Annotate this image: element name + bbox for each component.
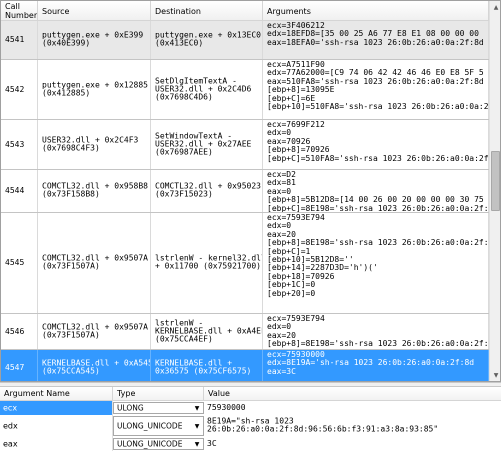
argument-value-cell[interactable]: 3C (204, 437, 501, 451)
argument-line: ecx=7593E794 (267, 314, 325, 323)
table-row[interactable]: 4546 COMCTL32.dll + 0x9507A (0x73F1507A) l… (1, 314, 489, 350)
table-row[interactable]: 4547 KERNELBASE.dll + 0xA545 (0x75CCA545)… (1, 350, 489, 381)
chevron-down-icon[interactable]: ▼ (191, 439, 203, 449)
table-row[interactable]: 4541 puttygen.exe + 0xE399 (0x40E399) putt… (1, 21, 489, 60)
argument-name-cell[interactable]: edx (0, 415, 113, 437)
argument-name-cell[interactable]: eax (0, 437, 113, 451)
type-dropdown[interactable]: ULONG_UNICODE ▼ (113, 416, 204, 436)
table-row[interactable]: 4545 COMCTL32.dll + 0x9507A (0x73F1507A) l… (1, 213, 489, 314)
source-cell: puttygen.exe + 0xE399 (0x40E399) (38, 21, 151, 59)
source-cell: puttygen.exe + 0x12885 (0x412885) (38, 60, 151, 119)
vertical-scrollbar[interactable]: ▲ ▼ (489, 1, 500, 381)
argument-line: ecx=7593E794 (267, 213, 325, 222)
arguments-cell: ecx=75930000 edx=8E19A='sh-rsa 1023 26:0b… (263, 350, 489, 381)
arguments-cell: ecx=7699F212 edx=0 eax=70926 [ebp+8]=70926[… (263, 120, 489, 169)
argument-line: [ebp+10]=510FA8='ssh-rsa 1023 26:0b:26:a… (267, 101, 489, 111)
call-number-cell: 4544 (1, 170, 38, 212)
argument-line: ecx=D2 (267, 170, 296, 179)
argument-line: eax=3C (267, 366, 296, 376)
argument-value-cell[interactable]: 8E19A="sh-rsa 1023 26:0b:26:a0:0a:2f:8d:… (204, 415, 501, 437)
type-dropdown[interactable]: ULONG_UNICODE ▼ (113, 438, 204, 450)
column-header-value[interactable]: Value (204, 387, 501, 401)
argument-row[interactable]: ecx ULONG ▼ 75930000 (0, 401, 501, 415)
column-header-source[interactable]: Source (38, 1, 151, 21)
call-number-cell: 4545 (1, 213, 38, 313)
arguments-cell: ecx=7593E794 edx=0 eax=20 [ebp+8]=8E198='ss… (263, 314, 489, 349)
arguments-cell: ecx=7593E794 edx=0 eax=20 [ebp+8]=8E198='ss… (263, 213, 489, 313)
chevron-down-icon[interactable]: ▼ (191, 403, 203, 413)
column-header-type[interactable]: Type (113, 387, 204, 401)
argument-line: edx=81 (267, 178, 296, 188)
arrow-down-icon[interactable]: ▼ (490, 369, 500, 381)
source-cell: COMCTL32.dll + 0x9507A (0x73F1507A) (38, 213, 151, 313)
destination-cell: puttygen.exe + 0x13EC0 (0x413EC0) (151, 21, 263, 59)
argument-line: [ebp+C]=510FA8='ssh-rsa 1023 26:0b:26:a0… (267, 153, 489, 163)
argument-line: eax=18EFA0='ssh-rsa 1023 26:0b:26:a0:0a:… (267, 37, 484, 47)
table-row[interactable]: 4544 COMCTL32.dll + 0x958B8 (0x73F158B8) C… (1, 170, 489, 213)
column-header-destination[interactable]: Destination (151, 1, 263, 21)
call-number-cell: 4543 (1, 120, 38, 169)
argument-line: edx=0 (267, 221, 292, 231)
source-cell: KERNELBASE.dll + 0xA545 (0x75CCA545) (38, 350, 151, 381)
destination-cell: SetWindowTextA - USER32.dll + 0x27AEE (0… (151, 120, 263, 169)
type-dropdown[interactable]: ULONG ▼ (113, 402, 204, 414)
destination-cell: COMCTL32.dll + 0x95023 (0x73F15023) (151, 170, 263, 212)
argument-row[interactable]: eax ULONG_UNICODE ▼ 3C (0, 437, 501, 451)
calls-table[interactable]: Call Number Source Destination Arguments… (0, 0, 501, 382)
arguments-cell: ecx=D2 edx=81 eax=0 [ebp+8]=5B12D8=[14 00 2… (263, 170, 489, 212)
argument-line: ecx=7699F212 (267, 120, 325, 129)
column-header-argument-name[interactable]: Argument Name (0, 387, 113, 401)
chevron-down-icon[interactable]: ▼ (191, 417, 203, 435)
column-header-arguments[interactable]: Arguments (263, 1, 489, 21)
call-number-cell: 4546 (1, 314, 38, 349)
arguments-cell: ecx=A7511F90 edx=77A62000=[C9 74 06 42 42… (263, 60, 489, 119)
arguments-grid-header: Argument Name Type Value (0, 387, 501, 401)
argument-line: [ebp+20]=0 (267, 288, 316, 298)
source-cell: COMCTL32.dll + 0x9507A (0x73F1507A) (38, 314, 151, 349)
argument-row[interactable]: edx ULONG_UNICODE ▼ 8E19A="sh-rsa 1023 26:0… (0, 415, 501, 437)
call-number-cell: 4541 (1, 21, 38, 59)
argument-value-cell[interactable]: 75930000 (204, 401, 501, 415)
destination-cell: lstrlenW - kernel32.dll + 0x11700 (0x759… (151, 213, 263, 313)
arguments-grid[interactable]: Argument Name Type Value ecx ULONG ▼ 759300… (0, 387, 501, 451)
argument-name-cell[interactable]: ecx (0, 401, 113, 415)
destination-cell: KERNELBASE.dll + 0x36575 (0x75CF6575) (151, 350, 263, 381)
table-row[interactable]: 4543 USER32.dll + 0x2C4F3 (0x7698C4F3) Set… (1, 120, 489, 170)
destination-cell: SetDlgItemTextA - USER32.dll + 0x2C4D6 (… (151, 60, 263, 119)
source-cell: COMCTL32.dll + 0x958B8 (0x73F158B8) (38, 170, 151, 212)
argument-line: [ebp+C]=8E198='ssh-rsa 1023 26:0b:26:a0:… (267, 203, 489, 212)
column-header-call-number[interactable]: Call Number (1, 1, 38, 21)
calls-table-header: Call Number Source Destination Arguments (1, 1, 489, 21)
call-number-cell: 4547 (1, 350, 38, 381)
argument-line: edx=0 (267, 322, 292, 332)
call-number-cell: 4542 (1, 60, 38, 119)
destination-cell: lstrlenW - KERNELBASE.dll + 0xA4EF (0x75… (151, 314, 263, 349)
scrollbar-thumb[interactable] (491, 151, 500, 211)
argument-line: edx=8E19A='sh-rsa 1023 26:0b:26:a0:0a:2f… (267, 358, 475, 368)
arrow-up-icon[interactable]: ▲ (490, 1, 500, 13)
arguments-cell: ecx=3F406212 edx=18EFD8=[35 00 25 A6 77 E… (263, 21, 489, 59)
source-cell: USER32.dll + 0x2C4F3 (0x7698C4F3) (38, 120, 151, 169)
argument-line: [ebp+8]=8E198='ssh-rsa 1023 26:0b:26:a0:… (267, 339, 489, 349)
table-row[interactable]: 4542 puttygen.exe + 0x12885 (0x412885) Set… (1, 60, 489, 120)
